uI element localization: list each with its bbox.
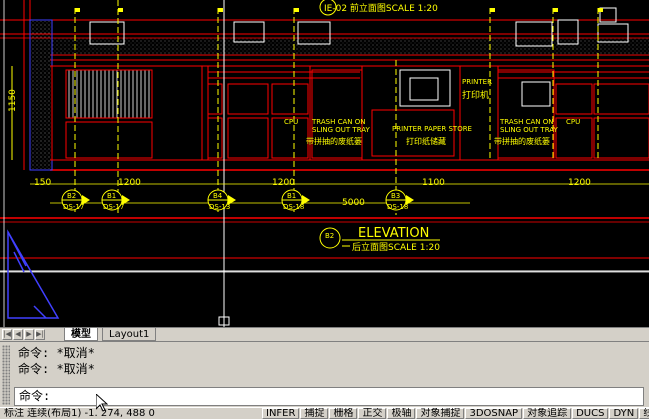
svg-text:B1: B1 [107,192,116,200]
top-title: IE-02 前立面图SCALE 1:20 [319,0,438,16]
toggle-ortho[interactable]: 正交 [358,408,387,419]
mouse-pointer-icon [96,394,108,412]
toggle-osnap[interactable]: 对象捕捉 [416,408,465,419]
section-marker: B4 DS-13 [207,189,236,211]
dim-1200-c: 1200 [568,178,591,188]
dim-1100: 1100 [422,178,445,188]
top-title-text: IE-02 前立面图SCALE 1:20 [324,2,438,14]
drawing-canvas[interactable]: IE-02 前立面图SCALE 1:20 1150 PRINTER 打印机 CP… [0,0,649,327]
tab-model[interactable]: 模型 [64,328,98,341]
elevation-frame [0,0,649,327]
dim-150: 150 [34,178,51,188]
toggle-grid[interactable]: 栅格 [329,408,358,419]
svg-text:DS-18: DS-18 [387,203,408,211]
dim-1200-a: 1200 [118,178,141,188]
monitors [89,7,629,107]
trash2-label-en2: SLING OUT TRAY [500,126,559,134]
prev-tab-arrow-icon[interactable]: ◀ [13,329,23,340]
command-history-line: 命令: *取消* [18,362,95,376]
elevation-subtitle: 后立面图SCALE 1:20 [352,241,440,253]
svg-text:DS-18: DS-18 [283,203,304,211]
toggle-3dosnap[interactable]: 3DOSNAP [465,408,523,419]
toggle-dyn[interactable]: DYN [609,408,639,419]
toggle-polar[interactable]: 极轴 [387,408,416,419]
tab-layout1[interactable]: Layout1 [102,328,157,341]
height-dim-label: 1150 [8,89,18,112]
status-toggles: INFER捕捉栅格正交极轴对象捕捉3DOSNAP对象追踪DUCSDYN线宽 [262,408,649,419]
printer-label-en: PRINTER [462,78,492,86]
svg-text:DS-13: DS-13 [209,203,230,211]
command-history: 命令: *取消* 命令: *取消* [14,345,644,387]
coordinate-readout: 标注 连续(布局1) -1. 274, 488 0 [4,408,155,419]
dim-5000: 5000 [342,198,365,208]
paper-store-label-en: PRINTER PAPER STORE [392,125,472,133]
first-tab-arrow-icon[interactable]: |◀ [2,329,12,340]
trash2-label-en1: TRASH CAN ON [499,118,553,126]
toggle-snap[interactable]: 捕捉 [300,408,329,419]
section-marker: B2 DS-17 [61,189,90,211]
next-tab-arrow-icon[interactable]: ▶ [24,329,34,340]
height-dimension: 1150 [8,66,18,160]
section-marker: B1 DS-17 [101,189,130,211]
svg-text:B4: B4 [213,192,223,200]
component-labels: PRINTER 打印机 CPU CPU TRASH CAN ON SLING O… [284,78,580,146]
trash2-label-cn: 带拼抽的废纸篓 [494,136,550,146]
trash1-label-cn: 带拼抽的废纸篓 [306,136,362,146]
printer-label-cn: 打印机 [462,89,489,101]
cpu-label-1: CPU [284,118,298,126]
toggle-infer[interactable]: INFER [262,408,300,419]
command-input[interactable]: 命令: [14,387,644,406]
command-window-grip[interactable] [2,345,10,405]
trash1-label-en2: SLING OUT TRAY [312,126,371,134]
section-marker: B3 DS-18 [385,189,414,211]
svg-text:B3: B3 [391,192,400,200]
toggle-otrack[interactable]: 对象追踪 [523,408,572,419]
svg-text:DS-17: DS-17 [103,203,124,211]
toggle-lineweight[interactable]: 线宽 [639,408,649,419]
layout-tab-bar: |◀ ◀ ▶ ▶| 模型 Layout1 [0,327,649,341]
svg-text:B2: B2 [67,192,76,200]
last-tab-arrow-icon[interactable]: ▶| [35,329,45,340]
ucs-icon [7,229,60,319]
elevation-number: B2 [325,232,334,240]
command-prompt: 命令: [19,389,51,403]
svg-text:DS-17: DS-17 [63,203,84,211]
svg-text:B1: B1 [287,192,296,200]
command-history-line: 命令: *取消* [18,346,95,360]
elevation-title-text: ELEVATION [358,226,429,241]
section-marker: B1 DS-18 [281,189,310,211]
trash1-label-en1: TRASH CAN ON [311,118,365,126]
elevation-title: B2 ELEVATION 后立面图SCALE 1:20 [319,226,440,253]
toggle-ducs[interactable]: DUCS [572,408,609,419]
yellow-guide-lines [74,0,599,215]
paper-store-label-cn: 打印纸储藏 [406,136,446,146]
dim-1200-b: 1200 [272,178,295,188]
cpu-label-2: CPU [566,118,580,126]
